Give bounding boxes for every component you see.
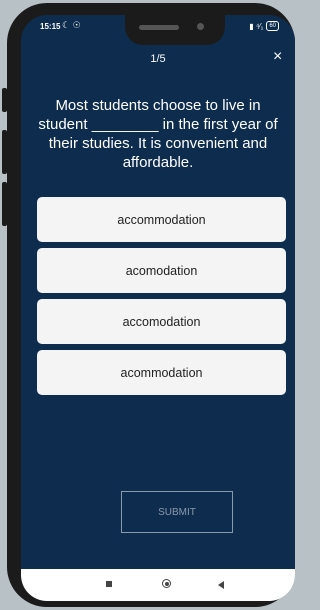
signal-icon: ▮ ⁴⁄₁ [249,21,264,31]
status-indicators: ▮ ⁴⁄₁ 60 [249,21,279,31]
submit-button[interactable]: SUBMIT [121,491,233,533]
battery-icon: 60 [266,21,279,31]
android-nav-bar [21,569,295,601]
answer-options: accommodation acomodation accomodation a… [37,197,286,401]
front-camera [197,23,204,30]
phone-frame: 15:15 ☾ ☉ ▮ ⁴⁄₁ 60 1/5 × Most students c… [7,3,295,607]
notification-icons: ☾ ☉ [62,20,81,30]
answer-option-4[interactable]: acommodation [37,350,286,395]
camera-notch [125,15,225,45]
square-icon[interactable] [106,581,112,587]
circle-icon[interactable] [162,579,171,588]
question-progress: 1/5 [150,53,166,65]
close-icon[interactable]: × [273,48,282,66]
app-screen: 15:15 ☾ ☉ ▮ ⁴⁄₁ 60 1/5 × Most students c… [21,15,295,601]
speaker-grille [139,25,179,30]
answer-option-2[interactable]: acomodation [37,248,286,293]
answer-option-3[interactable]: accomodation [37,299,286,344]
triangle-back-icon[interactable] [218,581,224,589]
question-text: Most students choose to live in student … [38,97,278,171]
answer-option-1[interactable]: accommodation [37,197,286,242]
status-time: 15:15 [40,22,61,31]
